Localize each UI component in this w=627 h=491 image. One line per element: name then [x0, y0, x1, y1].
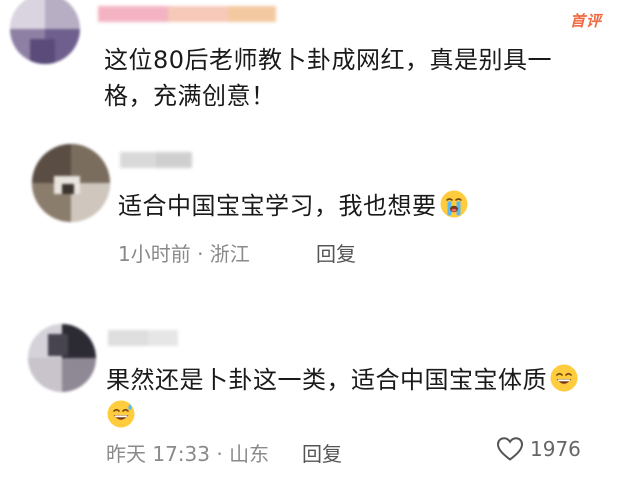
reply-button[interactable]: 回复: [316, 238, 356, 267]
grinning-sweat-face-icon: [107, 400, 135, 428]
first-comment-badge: 首评: [570, 12, 603, 30]
comment-text-line-1: 这位80后老师教卜卦成网红，真是别具一: [104, 46, 553, 74]
loudly-crying-face-icon: [440, 190, 467, 218]
username[interactable]: [120, 152, 192, 168]
comment-text: 果然还是卜卦这一类，适合中国宝宝体质: [106, 362, 616, 434]
comment-3: 果然还是卜卦这一类，适合中国宝宝体质 昨天 17:33 · 山东 回复 1976: [0, 318, 627, 491]
username[interactable]: [98, 6, 276, 22]
avatar[interactable]: [32, 144, 110, 222]
comment-time-location: 昨天 17:33 · 山东: [106, 442, 270, 466]
comment-text-line-2: 格，充满创意！: [104, 82, 276, 110]
comment-1: 首评 这位80后老师教卜卦成网红，真是别具一 格，充满创意！: [0, 0, 627, 120]
username[interactable]: [108, 330, 178, 346]
comment-text-content: 果然还是卜卦这一类，适合中国宝宝体质: [106, 366, 547, 394]
like-button[interactable]: 1976: [496, 436, 581, 462]
comment-2: 适合中国宝宝学习，我也想要 1小时前 · 浙江 回复: [0, 140, 627, 290]
comment-text: 适合中国宝宝学习，我也想要: [118, 188, 598, 224]
grinning-sweat-face-icon: [550, 364, 578, 392]
comment-text: 这位80后老师教卜卦成网红，真是别具一 格，充满创意！: [104, 42, 604, 114]
heart-icon: [496, 437, 524, 461]
reply-button[interactable]: 回复: [302, 438, 342, 467]
like-count: 1976: [530, 437, 581, 461]
comment-time-location: 1小时前 · 浙江: [118, 242, 250, 266]
avatar[interactable]: [10, 0, 80, 64]
avatar[interactable]: [28, 324, 96, 392]
comment-text-content: 适合中国宝宝学习，我也想要: [118, 192, 437, 220]
